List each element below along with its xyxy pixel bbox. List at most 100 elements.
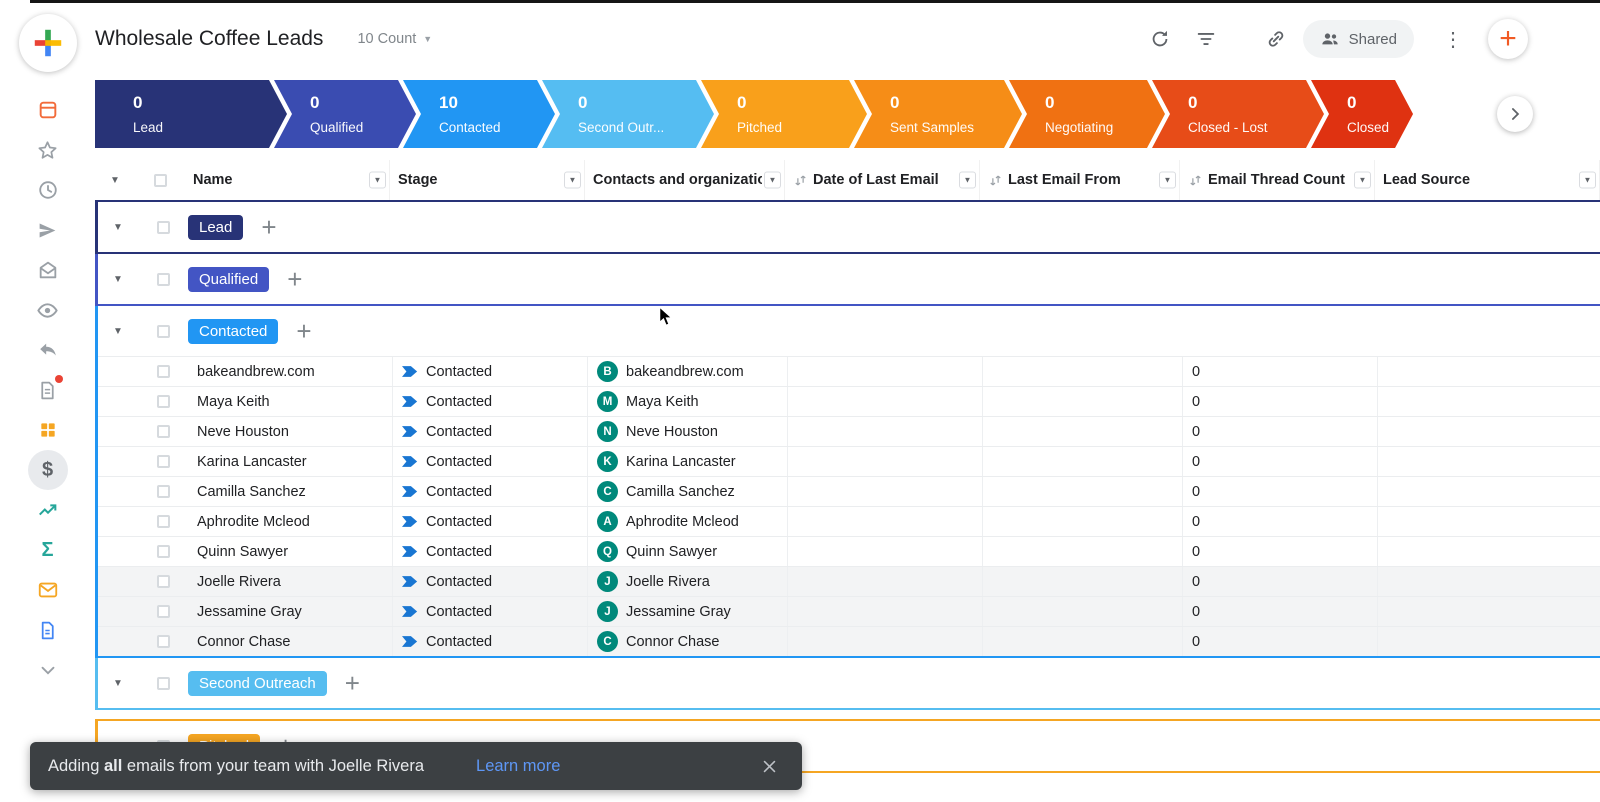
send-icon[interactable] [28, 210, 68, 250]
last-email-from-cell[interactable] [983, 417, 1183, 446]
column-header-lead-source[interactable]: Lead Source ▼ [1375, 160, 1600, 200]
group-checkbox[interactable] [156, 220, 170, 234]
stage-cell[interactable]: Contacted [393, 477, 588, 506]
contact-cell[interactable]: M Maya Keith [588, 387, 788, 416]
stage-cell[interactable]: Contacted [393, 447, 588, 476]
funnel-stage-pitched[interactable]: 0 Pitched [701, 80, 867, 148]
name-cell[interactable]: Connor Chase [188, 627, 393, 656]
contact-cell[interactable]: C Camilla Sanchez [588, 477, 788, 506]
group-collapse-caret[interactable]: ▼ [113, 326, 123, 337]
last-email-from-cell[interactable] [983, 477, 1183, 506]
table-row-aphrodite-mcleod[interactable]: Aphrodite Mcleod Contacted A Aphrodite Mcle… [98, 506, 1600, 536]
stage-cell[interactable]: Contacted [393, 387, 588, 416]
name-cell[interactable]: bakeandbrew.com [188, 357, 393, 386]
last-email-from-cell[interactable] [983, 537, 1183, 566]
funnel-stage-lead[interactable]: 0 Lead [95, 80, 287, 148]
table-row-karina-lancaster[interactable]: Karina Lancaster Contacted K Karina Lancast… [98, 446, 1600, 476]
lead-source-cell[interactable] [1378, 387, 1600, 416]
stage-cell[interactable]: Contacted [393, 627, 588, 656]
email-thread-count-cell[interactable]: 0 [1183, 387, 1378, 416]
column-header-contacts-and-organizations[interactable]: Contacts and organizations▼ [585, 160, 785, 200]
star-icon[interactable] [28, 130, 68, 170]
email-thread-count-cell[interactable]: 0 [1183, 567, 1378, 596]
contact-cell[interactable]: J Joelle Rivera [588, 567, 788, 596]
row-checkbox[interactable] [156, 485, 170, 498]
mail-icon[interactable] [28, 570, 68, 610]
last-email-from-cell[interactable] [983, 387, 1183, 416]
name-cell[interactable]: Camilla Sanchez [188, 477, 393, 506]
group-badge[interactable]: Second Outreach [188, 670, 327, 696]
email-thread-count-cell[interactable]: 0 [1183, 477, 1378, 506]
pipeline-box-icon[interactable] [28, 90, 68, 130]
row-checkbox[interactable] [156, 425, 170, 438]
contact-cell[interactable]: N Neve Houston [588, 417, 788, 446]
contact-cell[interactable]: Bbakeandbrew.com [588, 357, 788, 386]
header-expand-caret-cell[interactable]: ▼ [95, 160, 135, 200]
history-clock-icon[interactable] [28, 170, 68, 210]
name-cell[interactable]: Neve Houston [188, 417, 393, 446]
snippets-file-icon[interactable] [28, 370, 68, 410]
table-row-maya-keith[interactable]: Maya Keith Contacted M Maya Keith 0 [98, 386, 1600, 416]
column-header-stage[interactable]: Stage ▼ [390, 160, 585, 200]
select-all-checkbox[interactable] [153, 173, 167, 187]
document-icon[interactable] [28, 610, 68, 650]
row-checkbox[interactable] [156, 455, 170, 468]
funnel-stage-sent-samples[interactable]: 0 Sent Samples [854, 80, 1022, 148]
date-of-last-email-cell[interactable] [788, 387, 983, 416]
reply-icon[interactable] [28, 330, 68, 370]
date-of-last-email-cell[interactable] [788, 417, 983, 446]
lead-source-cell[interactable] [1378, 357, 1600, 386]
funnel-stage-contacted[interactable]: 10 Contacted [403, 80, 555, 148]
mail-open-icon[interactable] [28, 250, 68, 290]
row-checkbox[interactable] [156, 395, 170, 408]
row-checkbox[interactable] [156, 365, 170, 378]
name-cell[interactable]: Aphrodite Mcleod [188, 507, 393, 536]
last-email-from-cell[interactable] [983, 447, 1183, 476]
row-checkbox[interactable] [156, 575, 170, 588]
column-menu-button[interactable]: ▼ [369, 171, 386, 189]
app-logo[interactable] [18, 14, 77, 72]
table-row-quinn-sawyer[interactable]: Quinn Sawyer Contacted Q Quinn Sawyer 0 [98, 536, 1600, 566]
row-checkbox[interactable] [156, 605, 170, 618]
date-of-last-email-cell[interactable] [788, 567, 983, 596]
last-email-from-cell[interactable] [983, 597, 1183, 626]
shared-button[interactable]: Shared [1302, 20, 1414, 58]
add-row-button[interactable]: + [296, 318, 311, 344]
count-dropdown[interactable]: 10 Count ▼ [351, 30, 438, 48]
lead-source-cell[interactable] [1378, 507, 1600, 536]
group-collapse-caret[interactable]: ▼ [113, 274, 123, 285]
column-header-name[interactable]: Name ▼ [185, 160, 390, 200]
eye-icon[interactable] [28, 290, 68, 330]
group-checkbox[interactable] [156, 324, 170, 338]
more-options-button[interactable]: ⋮ [1434, 20, 1472, 58]
add-row-button[interactable]: + [261, 214, 276, 240]
column-menu-button[interactable]: ▼ [959, 171, 976, 189]
group-checkbox[interactable] [156, 272, 170, 286]
name-cell[interactable]: Quinn Sawyer [188, 537, 393, 566]
contact-cell[interactable]: J Jessamine Gray [588, 597, 788, 626]
lead-source-cell[interactable] [1378, 447, 1600, 476]
stage-cell[interactable]: Contacted [393, 537, 588, 566]
column-menu-button[interactable]: ▼ [1159, 171, 1176, 189]
date-of-last-email-cell[interactable] [788, 507, 983, 536]
funnel-stage-qualified[interactable]: 0 Qualified [274, 80, 416, 148]
table-row-camilla-sanchez[interactable]: Camilla Sanchez Contacted C Camilla Sanchez… [98, 476, 1600, 506]
group-checkbox[interactable] [156, 676, 170, 690]
sigma-icon[interactable]: Σ [28, 530, 68, 570]
date-of-last-email-cell[interactable] [788, 597, 983, 626]
contact-cell[interactable]: C Connor Chase [588, 627, 788, 656]
group-badge[interactable]: Lead [188, 214, 244, 240]
refresh-button[interactable] [1141, 20, 1179, 58]
stage-cell[interactable]: Contacted [393, 507, 588, 536]
table-row-jessamine-gray[interactable]: Jessamine Gray Contacted J Jessamine Gray 0 [98, 596, 1600, 626]
last-email-from-cell[interactable] [983, 567, 1183, 596]
row-checkbox[interactable] [156, 515, 170, 528]
name-cell[interactable]: Joelle Rivera [188, 567, 393, 596]
last-email-from-cell[interactable] [983, 627, 1183, 656]
funnel-stage-second-outr[interactable]: 0 Second Outr... [542, 80, 714, 148]
last-email-from-cell[interactable] [983, 357, 1183, 386]
stage-cell[interactable]: Contacted [393, 357, 588, 386]
date-of-last-email-cell[interactable] [788, 537, 983, 566]
trending-up-icon[interactable] [28, 490, 68, 530]
column-menu-button[interactable]: ▼ [564, 171, 581, 189]
